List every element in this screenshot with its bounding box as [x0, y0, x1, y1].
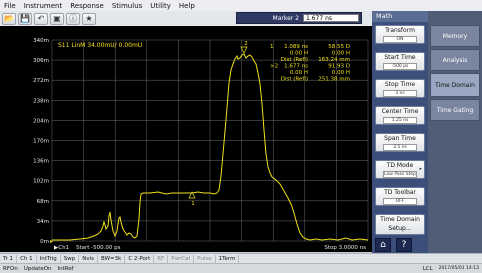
marker-entry: Marker 2 1.677 ns	[236, 12, 362, 24]
y-tick-label: 306m	[33, 58, 49, 64]
marker-num: 1	[270, 44, 274, 50]
marker-readout: 91.93 D	[328, 64, 350, 70]
marker-1-label: 1	[191, 201, 195, 207]
save-icon[interactable]: 💾	[18, 12, 32, 25]
marker-2-icon	[240, 46, 248, 54]
tab-memory[interactable]: Memory	[430, 25, 480, 47]
start-label: Start -500.00 ps	[76, 245, 121, 251]
status-lcl: LCL	[422, 265, 433, 272]
marker-readout: Dist (Refl)	[281, 77, 308, 83]
marker-readout: 251.38 mm	[318, 77, 350, 83]
marker-readout: 0.00 H	[332, 51, 350, 57]
math-softkey-panel: Math Transform ON Start Time -500 ps Stop …	[372, 11, 428, 253]
marker-readout: 0.00 H	[290, 70, 308, 76]
submenu-arrow-icon: ▸	[419, 166, 422, 172]
y-tick-label: 272m	[33, 78, 49, 84]
info-icon[interactable]: ⓘ	[66, 12, 80, 25]
reference-level-icon: ▸	[50, 238, 53, 245]
star-icon[interactable]: ★	[82, 12, 96, 25]
y-tick-label: 340m	[33, 38, 49, 44]
y-tick-label: 238m	[33, 98, 49, 104]
td-mode-softkey[interactable]: TD Mode Low Pass Step ▸	[375, 160, 425, 179]
status-datetime: 2017/05/01 14:13	[438, 265, 479, 271]
trace-title: S11 LinM 34.00mU/ 0.00mU	[58, 42, 142, 49]
menu-tabs: Memory Analysis Time Domain Time Gating	[428, 11, 482, 253]
time-domain-setup-softkey[interactable]: Time Domain Setup...	[375, 214, 425, 235]
tab-time-domain[interactable]: Time Domain	[430, 73, 480, 97]
marker-readout: 0.00 H	[290, 51, 308, 57]
y-tick-label: 0m	[40, 239, 49, 245]
marker-readout: 1.089 ns	[284, 44, 308, 50]
channel-label: ▶Ch1	[54, 245, 69, 251]
transform-softkey[interactable]: Transform ON	[375, 25, 425, 44]
marker-readout: 0.00 H	[332, 70, 350, 76]
trace-plot-svg: 340m 306m 272m 238m 204m 170m 136m 102m 68m 34m 0m…	[33, 38, 369, 251]
marker-readout: 58.55 D	[328, 44, 350, 50]
math-panel-header: Math	[372, 11, 428, 22]
undo-icon[interactable]: ↶	[34, 12, 48, 25]
stop-label: Stop 3.0000 ns	[324, 245, 366, 251]
marker-2-label: 2	[244, 41, 248, 47]
status-rf-on: RFOn	[3, 265, 18, 272]
marker-readout: Dist (Refl)	[281, 57, 308, 63]
menu-response[interactable]: Response	[66, 2, 108, 10]
marker-readout: 163.24 mm	[318, 57, 350, 63]
tab-analysis[interactable]: Analysis	[430, 49, 480, 71]
menu-utility[interactable]: Utility	[146, 2, 175, 10]
y-tick-label: 34m	[37, 219, 49, 225]
status-int-ref: IntRef	[57, 265, 74, 272]
stop-time-softkey[interactable]: Stop Time 3 ns	[375, 79, 425, 98]
y-tick-label: 136m	[33, 159, 49, 165]
status-update-on: UpdateOn	[23, 265, 52, 272]
menu-help[interactable]: Help	[175, 2, 199, 10]
menu-instrument[interactable]: Instrument	[20, 2, 67, 10]
y-tick-label: 204m	[33, 118, 49, 124]
span-time-softkey[interactable]: Span Time 3.5 ns	[375, 133, 425, 152]
y-tick-label: 68m	[37, 199, 49, 205]
open-icon[interactable]: 📂	[2, 12, 16, 25]
menu-stimulus[interactable]: Stimulus	[108, 2, 146, 10]
y-tick-label: 102m	[33, 179, 49, 185]
center-time-softkey[interactable]: Center Time 1.25 ns	[375, 106, 425, 125]
menu-file[interactable]: File	[0, 2, 20, 10]
marker-num: >2	[270, 64, 278, 70]
td-toolbar-softkey[interactable]: TD Toolbar OFF	[375, 187, 425, 206]
capture-icon[interactable]: ▣	[50, 12, 64, 25]
y-tick-label: 170m	[33, 139, 49, 145]
trace-plot[interactable]: 340m 306m 272m 238m 204m 170m 136m 102m 68m 34m 0m…	[0, 26, 372, 252]
home-icon[interactable]: ⌂	[375, 238, 391, 252]
marker-readout: 1.677 ns	[284, 64, 308, 70]
help-icon[interactable]: ?	[396, 238, 412, 252]
marker-value-input[interactable]: 1.677 ns	[303, 14, 359, 22]
marker-label: Marker 2	[272, 14, 299, 22]
start-time-softkey[interactable]: Start Time -500 ps	[375, 52, 425, 71]
tab-time-gating[interactable]: Time Gating	[430, 99, 480, 121]
